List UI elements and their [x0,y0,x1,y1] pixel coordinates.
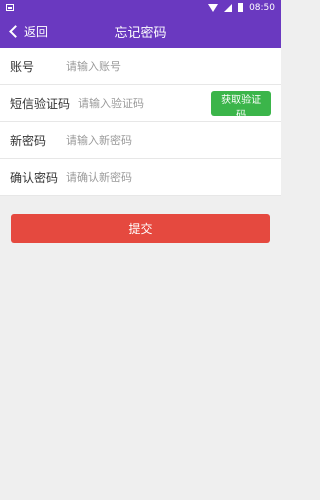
new-password-input[interactable] [66,125,271,155]
wifi-icon [208,3,219,12]
back-button[interactable]: 返回 [8,15,48,48]
confirm-password-row: 确认密码 [0,159,281,196]
status-time: 08:50 [249,2,275,13]
new-password-row: 新密码 [0,122,281,159]
sms-code-input[interactable] [78,88,206,118]
confirm-password-label: 确认密码 [10,170,59,185]
status-bar-left [6,4,14,11]
forgot-password-form: 账号 短信验证码 获取验证码 新密码 确认密码 [0,48,281,196]
nav-bar: 返回 忘记密码 [0,15,281,48]
submit-button[interactable]: 提交 [11,214,270,243]
sms-code-row: 短信验证码 获取验证码 [0,85,281,122]
signal-icon [224,3,233,12]
back-label: 返回 [24,25,49,39]
get-code-button[interactable]: 获取验证码 [211,90,271,121]
page-title: 忘记密码 [114,26,167,41]
notification-icon [6,4,14,11]
sms-code-label: 短信验证码 [10,96,71,111]
confirm-password-input[interactable] [66,162,271,192]
status-bar: 08:50 [0,0,281,15]
submit-area: 提交 [0,196,281,243]
account-row: 账号 [0,48,281,85]
status-bar-right: 08:50 [208,3,275,13]
battery-icon [238,3,244,12]
account-label: 账号 [10,59,35,74]
account-input[interactable] [66,51,271,81]
new-password-label: 新密码 [10,133,47,148]
chevron-left-icon [9,25,22,38]
